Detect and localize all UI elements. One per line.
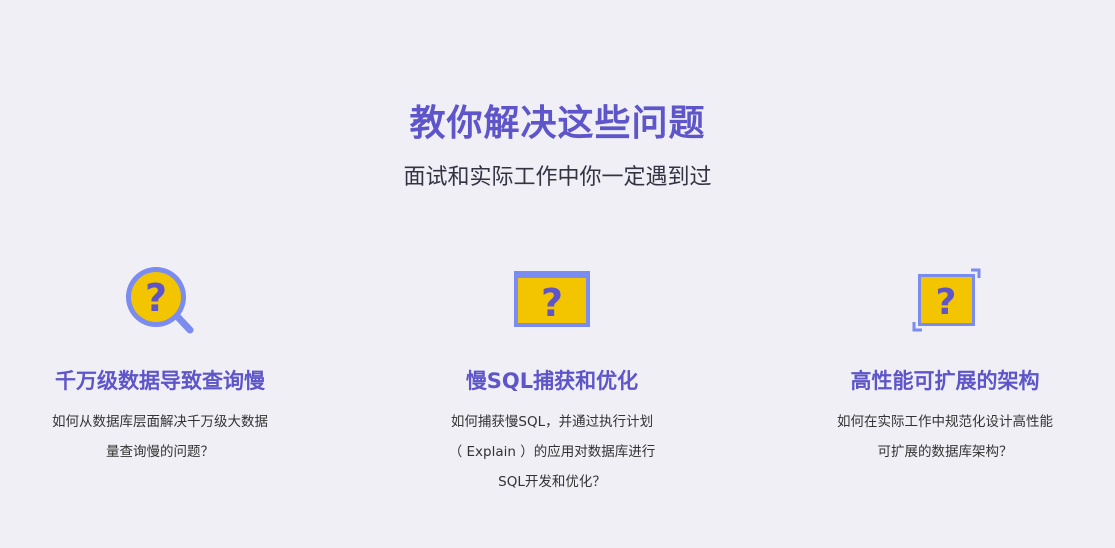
card-description-line: 如何在实际工作中规范化设计高性能 bbox=[837, 414, 1053, 430]
section-subtitle: 面试和实际工作中你一定遇到过 bbox=[403, 165, 712, 190]
window-question-icon: ? bbox=[512, 262, 592, 338]
card-description-line: 如何从数据库层面解决千万级大数据 bbox=[52, 414, 268, 430]
page: { "header": { "title": "教你解决这些问题", "subt… bbox=[0, 0, 1115, 548]
card-description-line: 量查询慢的问题？ bbox=[106, 444, 214, 460]
card-title: 慢SQL捕获和优化 bbox=[465, 369, 639, 393]
svg-text:?: ? bbox=[936, 282, 957, 323]
magnifier-question-icon: ? bbox=[120, 262, 200, 338]
expand-question-icon: ? bbox=[905, 262, 985, 338]
feature-card-scalable-architecture: ? 高性能可扩展的架构 如何在实际工作中规范化设计高性能 可扩展的数据库架构？ bbox=[785, 262, 1105, 460]
card-description: 如何在实际工作中规范化设计高性能 可扩展的数据库架构？ bbox=[815, 407, 1075, 467]
card-description-line: SQL开发和优化？ bbox=[498, 474, 606, 490]
card-description: 如何捕获慢SQL，并通过执行计划 （ Explain ）的应用对数据库进行 SQ… bbox=[422, 407, 682, 497]
card-title: 高性能可扩展的架构 bbox=[850, 369, 1040, 393]
section-title: 教你解决这些问题 bbox=[409, 103, 706, 144]
card-description: 如何从数据库层面解决千万级大数据 量查询慢的问题？ bbox=[30, 407, 290, 467]
feature-card-slow-sql: ? 慢SQL捕获和优化 如何捕获慢SQL，并通过执行计划 （ Explain ）… bbox=[392, 262, 712, 490]
svg-text:?: ? bbox=[541, 281, 563, 325]
feature-card-slow-query: ? 千万级数据导致查询慢 如何从数据库层面解决千万级大数据 量查询慢的问题？ bbox=[0, 262, 320, 460]
card-description-line: 如何捕获慢SQL，并通过执行计划 bbox=[450, 414, 654, 430]
card-title: 千万级数据导致查询慢 bbox=[55, 369, 265, 393]
card-description-line: 可扩展的数据库架构？ bbox=[877, 444, 1013, 460]
card-description-line: （ Explain ）的应用对数据库进行 bbox=[448, 444, 656, 460]
svg-text:?: ? bbox=[145, 276, 167, 320]
